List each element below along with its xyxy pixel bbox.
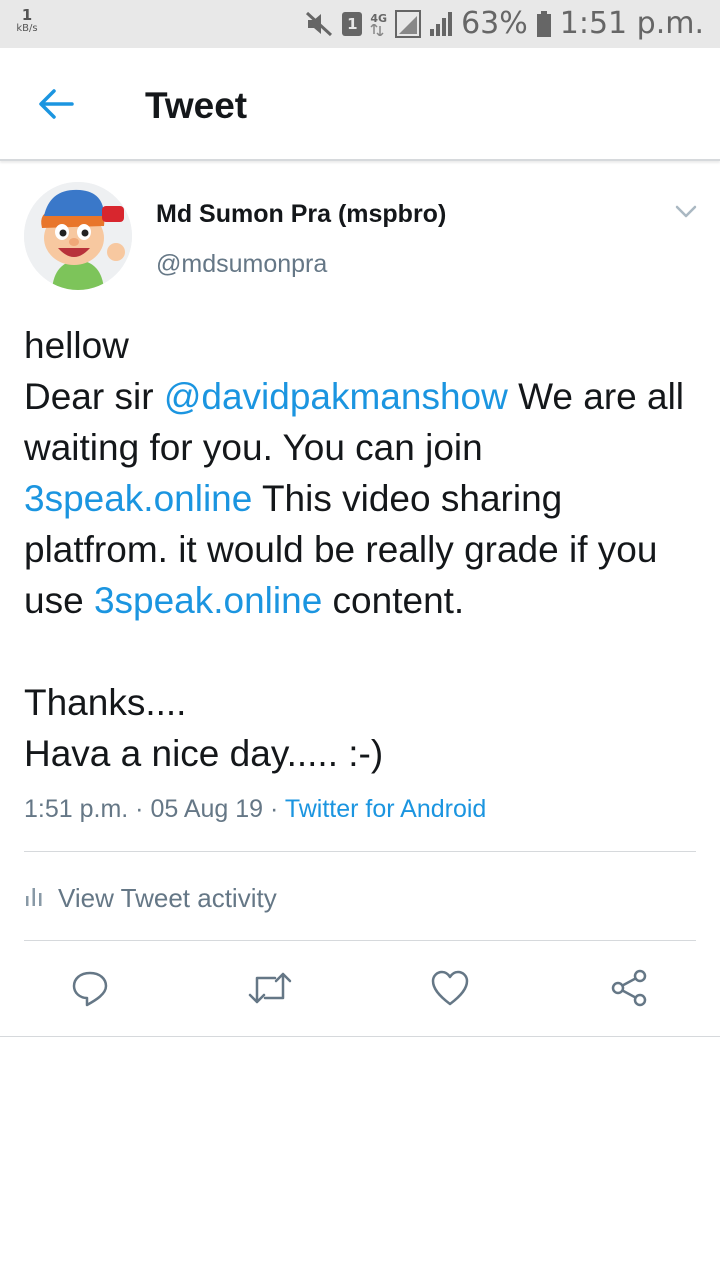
page-title: Tweet	[145, 85, 248, 126]
cartoon-boy-avatar-icon	[24, 182, 132, 290]
divider	[24, 940, 696, 941]
heart-icon	[430, 969, 470, 1012]
mention-link[interactable]: @davidpakmanshow	[164, 376, 508, 417]
tweet-action-bar	[0, 960, 720, 1020]
share-icon	[609, 968, 649, 1013]
network-type-icon: 4G	[370, 13, 387, 36]
tweet-menu-button[interactable]	[670, 200, 702, 228]
status-icons: 1 4G 63% 1:51 p.m.	[304, 6, 704, 42]
view-tweet-activity-label: View Tweet activity	[58, 882, 277, 913]
tweet-meta: 1:51 p.m. · 05 Aug 19 · Twitter for Andr…	[24, 792, 486, 826]
tweet-text-closing: Thanks.... Hava a nice day..... :-)	[24, 682, 384, 774]
network-speed: 1 kB/s	[12, 8, 42, 35]
tweet-text-part4: content.	[322, 580, 465, 621]
signal-sim1-icon	[395, 10, 422, 38]
network-speed-value: 1	[21, 6, 33, 24]
arrow-left-icon	[38, 88, 74, 125]
bar-chart-icon	[24, 884, 44, 913]
tweet-source-link[interactable]: Twitter for Android	[285, 795, 486, 823]
divider	[0, 1036, 720, 1037]
tweet-time: 1:51 p.m.	[24, 795, 129, 823]
reply-button[interactable]	[60, 960, 120, 1020]
sim-icon: 1	[342, 12, 363, 36]
url-link-2[interactable]: 3speak.online	[94, 580, 322, 621]
tweet-text: hellow Dear sir @davidpakmanshow We are …	[24, 320, 704, 779]
view-tweet-activity-button[interactable]: View Tweet activity	[24, 878, 277, 918]
status-time: 1:51 p.m.	[559, 6, 704, 41]
tweet-text-greeting: hellow	[24, 325, 129, 366]
mute-icon	[304, 10, 334, 38]
status-bar: 1 kB/s 1 4G 63% 1:51 p.m.	[0, 0, 720, 48]
divider	[24, 851, 696, 852]
back-button[interactable]	[30, 80, 82, 132]
tweet-text-part1: Dear sir	[24, 376, 164, 417]
retweet-button[interactable]	[240, 960, 300, 1020]
author-name[interactable]: Md Sumon Pra (mspbro)	[156, 198, 446, 230]
reply-icon	[70, 968, 110, 1013]
network-speed-unit: kB/s	[16, 23, 38, 34]
app-bar: Tweet	[0, 48, 720, 161]
chevron-down-icon	[675, 205, 697, 224]
url-link-1[interactable]: 3speak.online	[24, 478, 252, 519]
author-handle[interactable]: @mdsumonpra	[156, 248, 327, 280]
avatar[interactable]	[24, 182, 132, 290]
like-button[interactable]	[420, 960, 480, 1020]
retweet-icon	[247, 968, 293, 1013]
battery-icon	[536, 10, 552, 38]
network-type-label: 4G	[370, 11, 388, 25]
battery-percentage: 63%	[461, 6, 528, 41]
signal-sim2-icon	[429, 11, 453, 37]
meta-separator: ·	[128, 795, 151, 823]
share-button[interactable]	[599, 960, 659, 1020]
meta-separator: ·	[263, 795, 285, 823]
tweet-date: 05 Aug 19	[150, 795, 264, 823]
